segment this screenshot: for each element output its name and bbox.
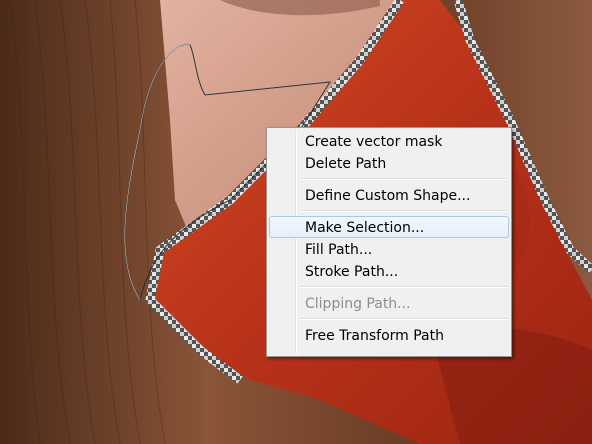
path-context-menu: Create vector mask Delete Path Define Cu… [266, 127, 512, 357]
menu-separator [301, 178, 507, 180]
menu-separator [301, 210, 507, 212]
menu-item-fill-path[interactable]: Fill Path... [269, 238, 509, 260]
menu-item-clipping-path: Clipping Path... [305, 296, 411, 312]
menu-item-delete-path[interactable]: Delete Path [269, 152, 509, 174]
menu-item-stroke-path[interactable]: Stroke Path... [269, 260, 509, 282]
menu-separator [301, 286, 507, 288]
menu-item-make-selection[interactable]: Make Selection... [269, 216, 509, 238]
menu-item-free-transform-path[interactable]: Free Transform Path [269, 324, 509, 346]
menu-item-create-vector-mask[interactable]: Create vector mask [269, 130, 509, 152]
menu-separator [301, 318, 507, 320]
menu-item-define-custom-shape[interactable]: Define Custom Shape... [269, 184, 509, 206]
